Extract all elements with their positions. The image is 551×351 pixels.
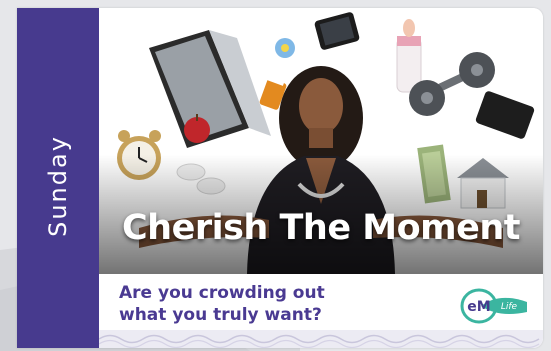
footer: Are you crowding out what you truly want… xyxy=(99,274,543,348)
hero-photo: Cherish The Moment xyxy=(99,8,543,274)
logo-tagline: Life xyxy=(501,302,518,312)
headline: Cherish The Moment xyxy=(122,208,520,248)
wave-pattern-strip xyxy=(99,330,543,348)
logo-mark: eM xyxy=(467,299,490,315)
day-label: Sunday xyxy=(44,135,72,237)
em-life-logo: eM Life xyxy=(460,288,527,324)
question-text: Are you crowding out what you truly want… xyxy=(119,283,325,325)
day-strip: Sunday xyxy=(17,8,99,348)
devotional-card: Sunday Cherish The Moment Are you crowdi… xyxy=(17,8,543,348)
